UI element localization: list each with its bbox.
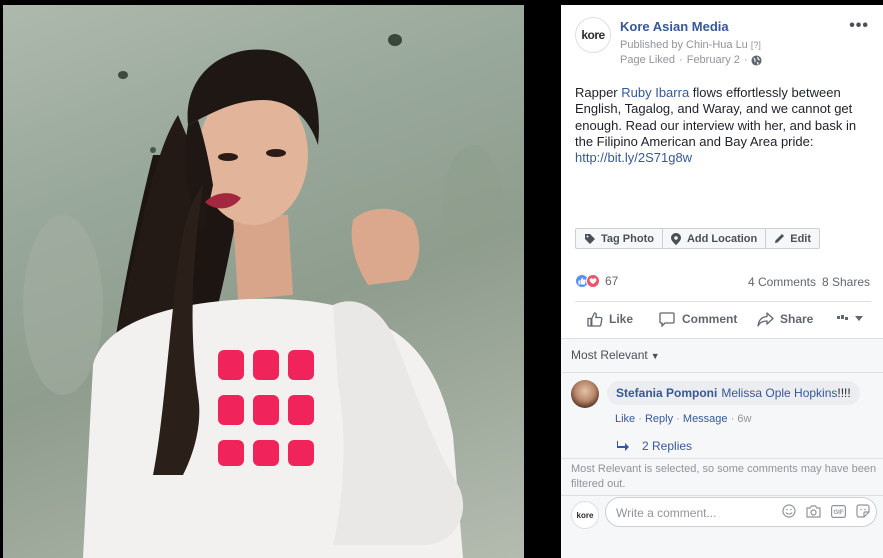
share-button[interactable]: Share [757,311,814,327]
post-panel: kore Kore Asian Media Published by Chin-… [561,5,883,558]
photo-tools-bar: Tag Photo Add Location Edit [575,228,821,249]
thumbs-up-icon [587,311,603,327]
camera-icon[interactable] [806,504,821,518]
location-pin-icon [670,232,681,245]
comment-button[interactable]: Comment [659,311,738,327]
composer-avatar: kore [571,501,599,529]
divider [575,301,871,302]
comments-count-link[interactable]: 4 Comments [748,275,816,289]
tag-photo-button[interactable]: Tag Photo [576,229,663,248]
comments-section: Most Relevant ▼ Stefania Pomponi Melissa … [561,339,883,558]
reply-arrow-icon [617,441,629,451]
divider [561,458,883,459]
page-name-link[interactable]: Kore Asian Media [620,19,729,34]
photo-illustration [23,34,503,558]
meta-separator-2: · [743,54,748,66]
tag-photo-label: Tag Photo [601,232,654,245]
page-liked-status[interactable]: Page Liked [620,54,675,66]
comment-input-placeholder: Write a comment... [616,506,717,520]
post-message: Rapper Ruby Ibarra flows effortlessly be… [575,85,875,166]
page-logo-text: kore [581,28,605,42]
more-options-icon[interactable]: ••• [849,17,869,35]
comment-sort-label: Most Relevant [571,348,648,362]
comment-author-link[interactable]: Stefania Pomponi [616,386,717,400]
comment-actions: Like · Reply · Message · 6w [615,413,752,425]
comment-message-link[interactable]: Message [683,413,728,425]
emoji-icon[interactable] [782,504,796,518]
audience-selector[interactable] [837,314,863,324]
like-button[interactable]: Like [587,311,634,327]
edit-label: Edit [790,232,812,245]
published-by: Published by Chin-Hua Lu [?] [620,39,761,51]
like-label: Like [609,312,634,326]
svg-text:GIF: GIF [834,510,844,516]
edit-button[interactable]: Edit [766,229,819,248]
post-url-link[interactable]: http://bit.ly/2S71g8w [575,150,692,165]
post-date[interactable]: February 2 [687,54,740,66]
comment-mention-link[interactable]: Melissa Ople Hopkins [721,386,837,400]
share-label: Share [780,312,814,326]
comment-time[interactable]: 6w [737,413,751,425]
commenter-avatar[interactable] [571,380,599,408]
divider [561,372,883,373]
meta-separator: · [679,54,683,66]
add-location-button[interactable]: Add Location [663,229,767,248]
comment-sort-dropdown[interactable]: Most Relevant ▼ [571,348,660,362]
filter-note: Most Relevant is selected, so some comme… [571,463,877,490]
photo-viewer: kore Kore Asian Media Published by Chin-… [0,0,883,558]
composer-tools: GIF [782,504,870,518]
reaction-summary[interactable]: 67 [575,274,618,288]
gif-icon[interactable]: GIF [831,504,846,518]
divider [561,495,883,496]
share-arrow-icon [757,311,774,327]
comment-text: !!!! [837,386,851,400]
comment-reply-link[interactable]: Reply [645,413,673,425]
comment-label: Comment [682,312,738,326]
replies-label: 2 Replies [642,439,693,453]
mention-link[interactable]: Ruby Ibarra [621,85,689,100]
post-header: kore Kore Asian Media Published by Chin-… [561,5,883,80]
tag-icon [585,233,595,244]
post-meta: Page Liked · February 2 · [620,54,762,66]
comment-bubble: Stefania Pomponi Melissa Ople Hopkins!!!… [607,381,860,405]
page-avatar[interactable]: kore [575,17,611,53]
reaction-count: 67 [605,274,619,288]
love-reaction-icon [586,274,600,288]
chevron-down-icon [855,316,863,321]
add-location-label: Add Location [686,232,758,245]
view-replies-link[interactable]: 2 Replies [617,439,692,453]
page-selector-icon [837,315,848,320]
post-actions: Like Comment Share [575,305,871,333]
comment-input[interactable]: Write a comment... GIF [605,497,877,527]
caret-down-icon: ▼ [650,351,660,361]
globe-icon[interactable] [751,54,762,66]
engagement-counts: 4 Comments 8 Shares [748,275,870,289]
post-text-intro: Rapper [575,85,622,100]
comment-bubble-icon [659,311,675,327]
post-photo[interactable] [3,5,524,558]
help-link[interactable]: [?] [751,40,761,50]
shares-count-link[interactable]: 8 Shares [822,275,870,289]
sticker-icon[interactable] [856,504,870,518]
composer-logo-text: kore [576,510,594,520]
published-by-text: Published by Chin-Hua Lu [620,39,748,51]
comment-like-link[interactable]: Like [615,413,635,425]
pencil-icon [775,234,785,243]
